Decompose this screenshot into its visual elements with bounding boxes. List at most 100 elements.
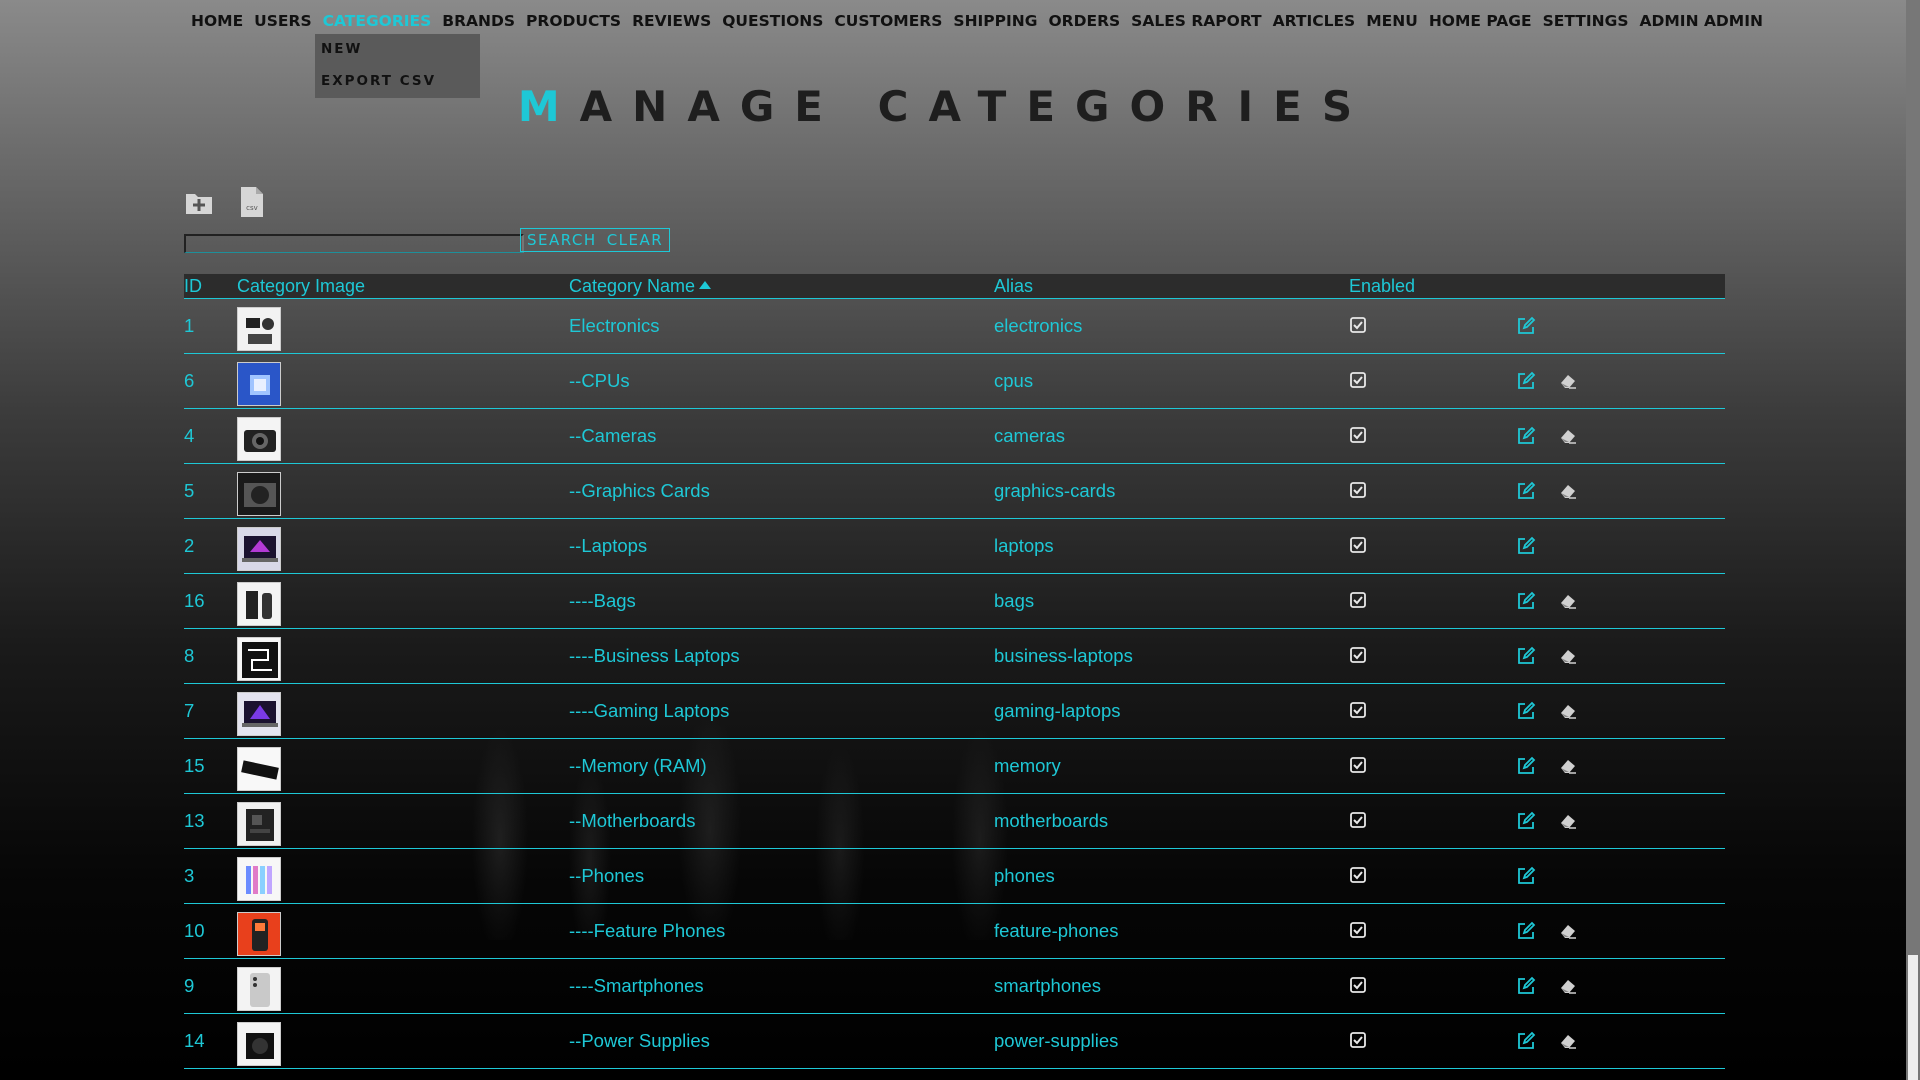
nav-item-articles[interactable]: ARTICLES [1273, 10, 1356, 32]
cell-category-name: --Power Supplies [569, 1030, 710, 1051]
nav-item-products[interactable]: PRODUCTS [526, 10, 621, 32]
category-thumbnail [237, 857, 281, 901]
enabled-check-icon[interactable] [1349, 701, 1369, 721]
cell-alias: cpus [994, 370, 1034, 391]
nav-item-admin-admin[interactable]: ADMIN ADMIN [1640, 10, 1763, 32]
scrollbar-thumb[interactable] [1908, 955, 1918, 1080]
enabled-check-icon[interactable] [1349, 811, 1369, 831]
table-body: 1 Electronics electronics 6 --CPUs cpus 4 --Cam… [184, 299, 1725, 1069]
edit-icon[interactable] [1516, 316, 1536, 336]
delete-eraser-icon[interactable] [1558, 756, 1578, 776]
enabled-check-icon[interactable] [1349, 646, 1369, 666]
categories-table: ID Category Image Category Name Alias En… [184, 274, 1725, 1069]
header-id[interactable]: ID [184, 274, 202, 298]
edit-icon[interactable] [1516, 1031, 1536, 1051]
cell-category-name: --Memory (RAM) [569, 755, 707, 776]
cell-id: 3 [184, 865, 195, 886]
table-row: 4 --Cameras cameras [184, 409, 1725, 464]
nav-item-brands[interactable]: BRANDS [442, 10, 515, 32]
edit-icon[interactable] [1516, 646, 1536, 666]
main-nav: HOME USERS CATEGORIES BRANDS PRODUCTS REVIEWS… [191, 10, 1774, 32]
category-thumbnail [237, 582, 281, 626]
enabled-check-icon[interactable] [1349, 371, 1369, 391]
delete-eraser-icon[interactable] [1558, 976, 1578, 996]
nav-item-customers[interactable]: CUSTOMERS [834, 10, 942, 32]
edit-icon[interactable] [1516, 481, 1536, 501]
cell-id: 4 [184, 425, 195, 446]
cell-category-name: ----Smartphones [569, 975, 704, 996]
edit-icon[interactable] [1516, 811, 1536, 831]
edit-icon[interactable] [1516, 536, 1536, 556]
page-title-rest: ANAGE CATEGORIES [579, 82, 1373, 131]
new-category-button[interactable] [184, 188, 214, 218]
nav-item-shipping[interactable]: SHIPPING [953, 10, 1037, 32]
search-button[interactable]: SEARCH [527, 231, 597, 249]
nav-item-home-page[interactable]: HOME PAGE [1429, 10, 1532, 32]
edit-icon[interactable] [1516, 371, 1536, 391]
edit-icon[interactable] [1516, 591, 1536, 611]
enabled-check-icon[interactable] [1349, 921, 1369, 941]
cell-id: 14 [184, 1030, 205, 1051]
enabled-check-icon[interactable] [1349, 426, 1369, 446]
nav-item-menu[interactable]: MENU [1366, 10, 1418, 32]
enabled-check-icon[interactable] [1349, 536, 1369, 556]
nav-item-sales-raport[interactable]: SALES RAPORT [1131, 10, 1261, 32]
enabled-check-icon[interactable] [1349, 481, 1369, 501]
header-enabled[interactable]: Enabled [1349, 274, 1415, 298]
page-title: MANAGE CATEGORIES [0, 82, 1890, 131]
enabled-check-icon[interactable] [1349, 756, 1369, 776]
delete-eraser-icon[interactable] [1558, 701, 1578, 721]
nav-item-orders[interactable]: ORDERS [1049, 10, 1121, 32]
edit-icon[interactable] [1516, 976, 1536, 996]
enabled-check-icon[interactable] [1349, 316, 1369, 336]
cell-category-name: --Motherboards [569, 810, 696, 831]
nav-item-users[interactable]: USERS [254, 10, 311, 32]
cell-id: 6 [184, 370, 195, 391]
nav-item-settings[interactable]: SETTINGS [1543, 10, 1629, 32]
category-thumbnail [237, 362, 281, 406]
header-alias[interactable]: Alias [994, 274, 1033, 298]
cell-id: 10 [184, 920, 205, 941]
cell-category-name: --Phones [569, 865, 645, 886]
delete-eraser-icon[interactable] [1558, 646, 1578, 666]
enabled-check-icon[interactable] [1349, 591, 1369, 611]
delete-eraser-icon[interactable] [1558, 1031, 1578, 1051]
export-csv-button[interactable]: csv [238, 186, 268, 217]
cell-id: 2 [184, 535, 195, 556]
cell-id: 1 [184, 315, 195, 336]
cell-alias: phones [994, 865, 1055, 886]
delete-eraser-icon[interactable] [1558, 426, 1578, 446]
delete-eraser-icon[interactable] [1558, 921, 1578, 941]
nav-item-categories[interactable]: CATEGORIES [323, 10, 432, 32]
nav-item-questions[interactable]: QUESTIONS [722, 10, 823, 32]
dropdown-item-new[interactable]: NEW [315, 34, 480, 66]
cell-alias: motherboards [994, 810, 1109, 831]
delete-eraser-icon[interactable] [1558, 591, 1578, 611]
edit-icon[interactable] [1516, 756, 1536, 776]
table-row: 6 --CPUs cpus [184, 354, 1725, 409]
enabled-check-icon[interactable] [1349, 976, 1369, 996]
sort-ascending-icon [699, 281, 712, 289]
delete-eraser-icon[interactable] [1558, 481, 1578, 501]
table-header: ID Category Image Category Name Alias En… [184, 274, 1725, 299]
cell-alias: laptops [994, 535, 1054, 556]
enabled-check-icon[interactable] [1349, 1031, 1369, 1051]
delete-eraser-icon[interactable] [1558, 371, 1578, 391]
category-thumbnail [237, 692, 281, 736]
nav-item-reviews[interactable]: REVIEWS [632, 10, 711, 32]
search-controls: SEARCH CLEAR [520, 228, 671, 252]
clear-button[interactable]: CLEAR [607, 231, 664, 249]
edit-icon[interactable] [1516, 921, 1536, 941]
edit-icon[interactable] [1516, 701, 1536, 721]
page-scrollbar[interactable] [1906, 0, 1920, 1080]
delete-eraser-icon[interactable] [1558, 811, 1578, 831]
header-name[interactable]: Category Name [569, 274, 712, 298]
table-row: 13 --Motherboards motherboards [184, 794, 1725, 849]
table-row: 1 Electronics electronics [184, 299, 1725, 354]
search-input[interactable] [184, 234, 524, 253]
edit-icon[interactable] [1516, 426, 1536, 446]
category-thumbnail [237, 912, 281, 956]
enabled-check-icon[interactable] [1349, 866, 1369, 886]
edit-icon[interactable] [1516, 866, 1536, 886]
nav-item-home[interactable]: HOME [191, 10, 243, 32]
